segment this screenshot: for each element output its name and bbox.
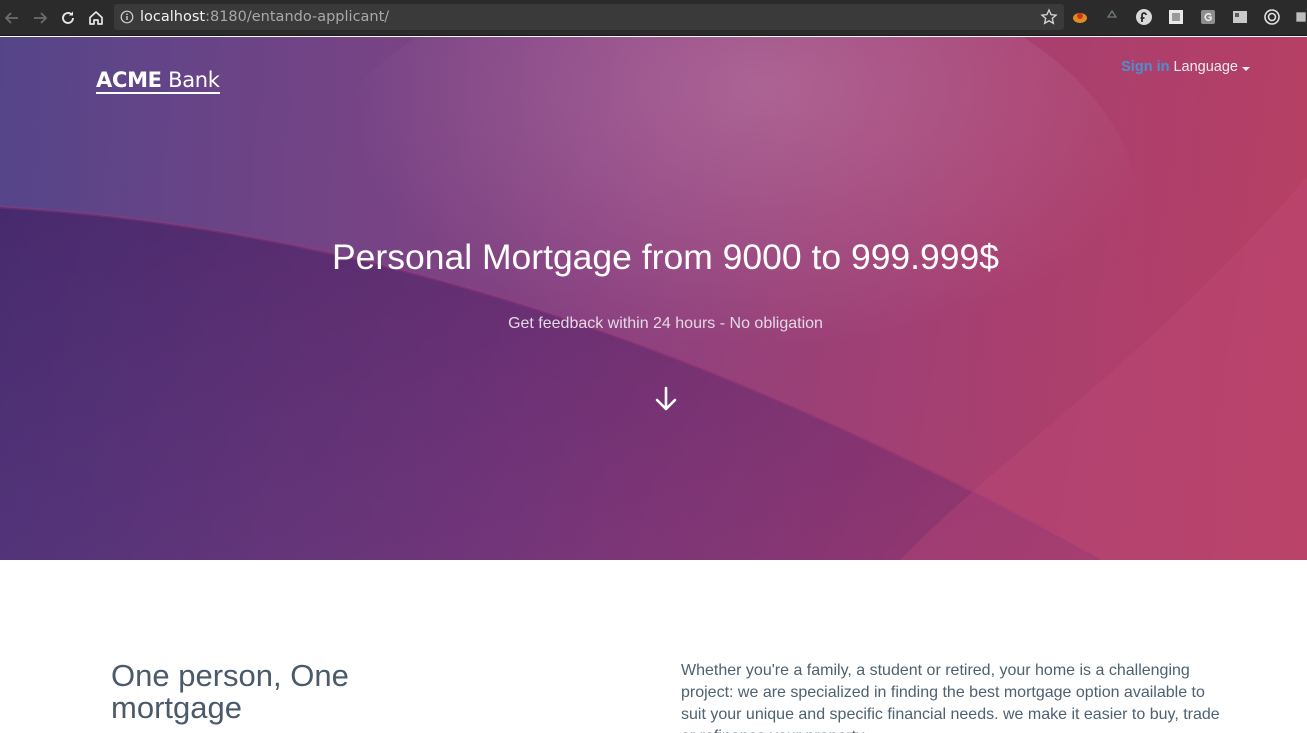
acme-bank-logo[interactable]: ACME Bank bbox=[96, 69, 220, 94]
back-arrow-icon bbox=[4, 12, 18, 24]
url-host: localhost bbox=[140, 9, 206, 25]
bookmark-star-icon[interactable] bbox=[1040, 8, 1058, 26]
address-bar[interactable]: localhost:8180/entando-applicant/ bbox=[114, 4, 1064, 30]
hero-subtitle: Get feedback within 24 hours - No obliga… bbox=[508, 315, 823, 332]
hero-background bbox=[0, 37, 1307, 560]
extension-icon-b[interactable] bbox=[1167, 8, 1185, 26]
forward-button[interactable] bbox=[28, 6, 52, 30]
url-path: :8180/entando-applicant/ bbox=[205, 9, 390, 25]
extension-icon-1[interactable] bbox=[1071, 8, 1089, 26]
extension-icon-page[interactable] bbox=[1231, 8, 1249, 26]
language-dropdown[interactable]: Language bbox=[1173, 59, 1250, 75]
logo-thin-text: Bank bbox=[168, 68, 220, 92]
section-title: One person, One mortgage bbox=[111, 658, 349, 725]
sign-in-link[interactable]: Sign in bbox=[1121, 59, 1169, 75]
caret-down-icon bbox=[1242, 67, 1250, 71]
arrow-down-icon[interactable] bbox=[653, 385, 679, 413]
target-icon[interactable] bbox=[1263, 8, 1281, 26]
top-nav: Sign in Language bbox=[1121, 59, 1250, 75]
extension-icon-g[interactable] bbox=[1199, 8, 1217, 26]
recycle-icon[interactable] bbox=[1103, 8, 1121, 26]
home-button[interactable] bbox=[84, 6, 108, 30]
back-button[interactable] bbox=[0, 6, 24, 30]
section-body: Whether you're a family, a student or re… bbox=[681, 662, 1220, 733]
language-label: Language bbox=[1173, 59, 1238, 75]
fedora-icon[interactable] bbox=[1135, 8, 1153, 26]
browser-toolbar: localhost:8180/entando-applicant/ bbox=[0, 0, 1307, 36]
forward-arrow-icon bbox=[34, 12, 48, 24]
logo-bold-text: ACME bbox=[96, 68, 162, 92]
extension-icon-partial[interactable] bbox=[1295, 8, 1307, 26]
reload-button[interactable] bbox=[56, 6, 80, 30]
home-icon bbox=[89, 11, 103, 25]
hero-section: ACME Bank Sign in Language Personal Mort… bbox=[0, 37, 1307, 560]
info-icon[interactable] bbox=[114, 4, 140, 30]
hero-title: Personal Mortgage from 9000 to 999.999$ bbox=[331, 237, 1000, 277]
reload-icon bbox=[62, 11, 74, 24]
